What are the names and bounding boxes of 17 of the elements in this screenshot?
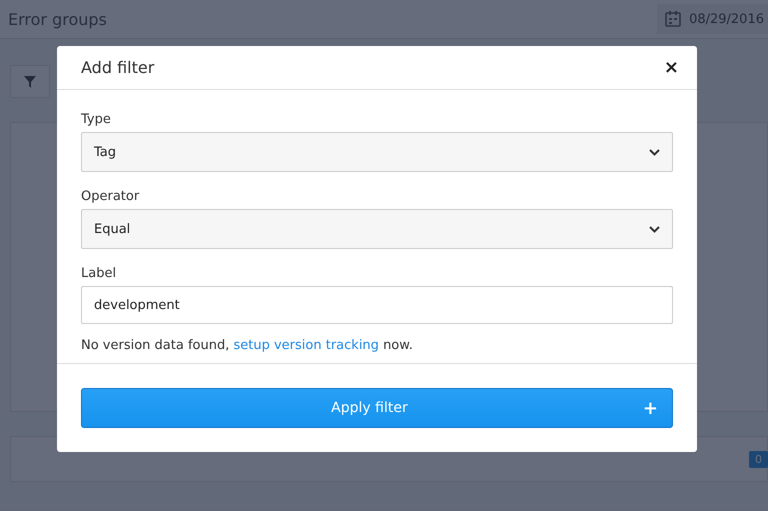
calendar-icon: [665, 11, 682, 27]
chevron-down-icon: [649, 148, 660, 156]
filter-button[interactable]: [10, 65, 50, 98]
note-text: No version data found, setup version tracking now.: [81, 338, 414, 353]
chevron-down-icon: [649, 226, 660, 232]
filter-icon: [24, 76, 36, 88]
dialog-title: Add filter: [81, 58, 154, 77]
select-field[interactable]: Tag: [81, 132, 673, 172]
select-field[interactable]: Equal: [81, 209, 673, 249]
field-label: Type: [81, 112, 112, 127]
close-button[interactable]: ×: [660, 57, 683, 78]
count-badge: 0: [749, 450, 768, 468]
field-label: Label: [81, 266, 118, 281]
field-label: Operator: [81, 189, 140, 204]
input-field[interactable]: development: [81, 286, 673, 324]
page-title: Error groups: [8, 10, 107, 28]
setup-link[interactable]: setup version tracking: [234, 338, 379, 353]
